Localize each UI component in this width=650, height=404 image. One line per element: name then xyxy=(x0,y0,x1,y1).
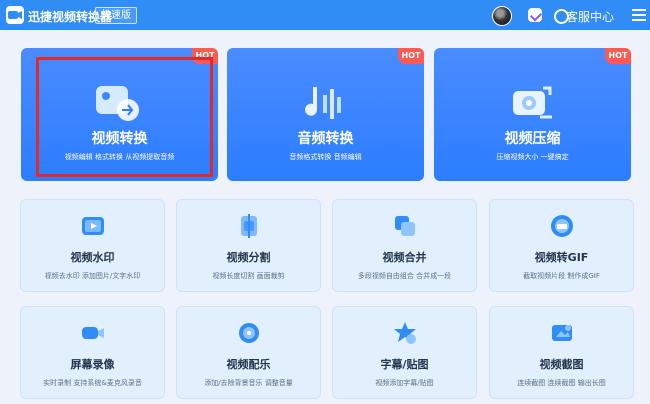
hot-badge: HOT xyxy=(605,48,631,64)
card-video-gif[interactable]: 视频转GIF 截取视频片段 制作成GIF xyxy=(489,199,634,292)
card-subtitle-sticker[interactable]: 字幕/贴图 视频添加字幕/贴图 xyxy=(332,306,477,399)
hot-badge: HOT xyxy=(398,48,424,64)
app-logo-icon xyxy=(6,6,24,24)
card-title: 视频压缩 xyxy=(504,131,561,147)
record-camera-icon xyxy=(79,319,107,347)
card-desc: 截取视频片段 制作成GIF xyxy=(523,272,600,280)
title-bar: 迅捷视频转换器 极速版 客服中心 xyxy=(0,0,650,30)
card-desc: 连续截图 连续截图 输出长图 xyxy=(517,379,606,387)
card-video-watermark[interactable]: 视频水印 视频去水印 添加图片/文字水印 xyxy=(20,199,165,292)
card-title: 视频水印 xyxy=(70,251,115,264)
camera-compress-icon xyxy=(506,77,558,129)
card-desc: 音频格式转换 音频编辑 xyxy=(289,153,362,161)
subtitle-star-icon xyxy=(391,319,419,347)
card-video-compress[interactable]: HOT 视频压缩 压缩视频大小 一键搞定 xyxy=(434,48,631,181)
card-title: 屏幕录像 xyxy=(70,358,115,371)
card-screen-record[interactable]: 屏幕录像 实时录制 支持系统&麦克风录音 xyxy=(20,306,165,399)
selection-highlight xyxy=(36,57,213,177)
music-disc-icon xyxy=(235,319,263,347)
card-desc: 压缩视频大小 一键搞定 xyxy=(496,153,569,161)
avatar[interactable] xyxy=(492,6,512,26)
screenshot-icon xyxy=(548,319,576,347)
merge-icon xyxy=(391,212,419,240)
card-title: 音频转换 xyxy=(297,131,354,147)
support-center-link[interactable]: 客服中心 xyxy=(566,8,614,25)
card-desc: 视频长度切割 画面裁剪 xyxy=(212,272,285,280)
card-title: 字幕/贴图 xyxy=(380,358,429,371)
card-desc: 实时录制 支持系统&麦克风录音 xyxy=(43,379,142,387)
card-audio-convert[interactable]: HOT 音频转换 音频格式转换 音频编辑 xyxy=(227,48,424,181)
gif-icon xyxy=(548,212,576,240)
card-video-split[interactable]: 视频分割 视频长度切割 画面裁剪 xyxy=(176,199,321,292)
card-desc: 视频去水印 添加图片/文字水印 xyxy=(44,272,141,280)
card-desc: 多段视频自由组合 合并成一段 xyxy=(357,272,452,280)
card-title: 视频配乐 xyxy=(226,358,271,371)
card-video-screenshot[interactable]: 视频截图 连续截图 连续截图 输出长图 xyxy=(489,306,634,399)
vip-icon[interactable] xyxy=(528,8,542,22)
card-title: 视频合并 xyxy=(382,251,427,264)
edition-badge: 极速版 xyxy=(95,7,137,24)
card-title: 视频分割 xyxy=(226,251,271,264)
split-icon xyxy=(235,212,263,240)
card-title: 视频截图 xyxy=(539,358,584,371)
card-desc: 添加/去除背景音乐 调整音量 xyxy=(204,379,293,387)
card-video-merge[interactable]: 视频合并 多段视频自由组合 合并成一段 xyxy=(332,199,477,292)
film-icon xyxy=(79,212,107,240)
menu-button[interactable] xyxy=(632,7,646,23)
music-icon xyxy=(299,77,351,129)
card-video-music[interactable]: 视频配乐 添加/去除背景音乐 调整音量 xyxy=(176,306,321,399)
card-desc: 视频添加字幕/贴图 xyxy=(375,379,434,387)
card-title: 视频转GIF xyxy=(534,251,589,264)
